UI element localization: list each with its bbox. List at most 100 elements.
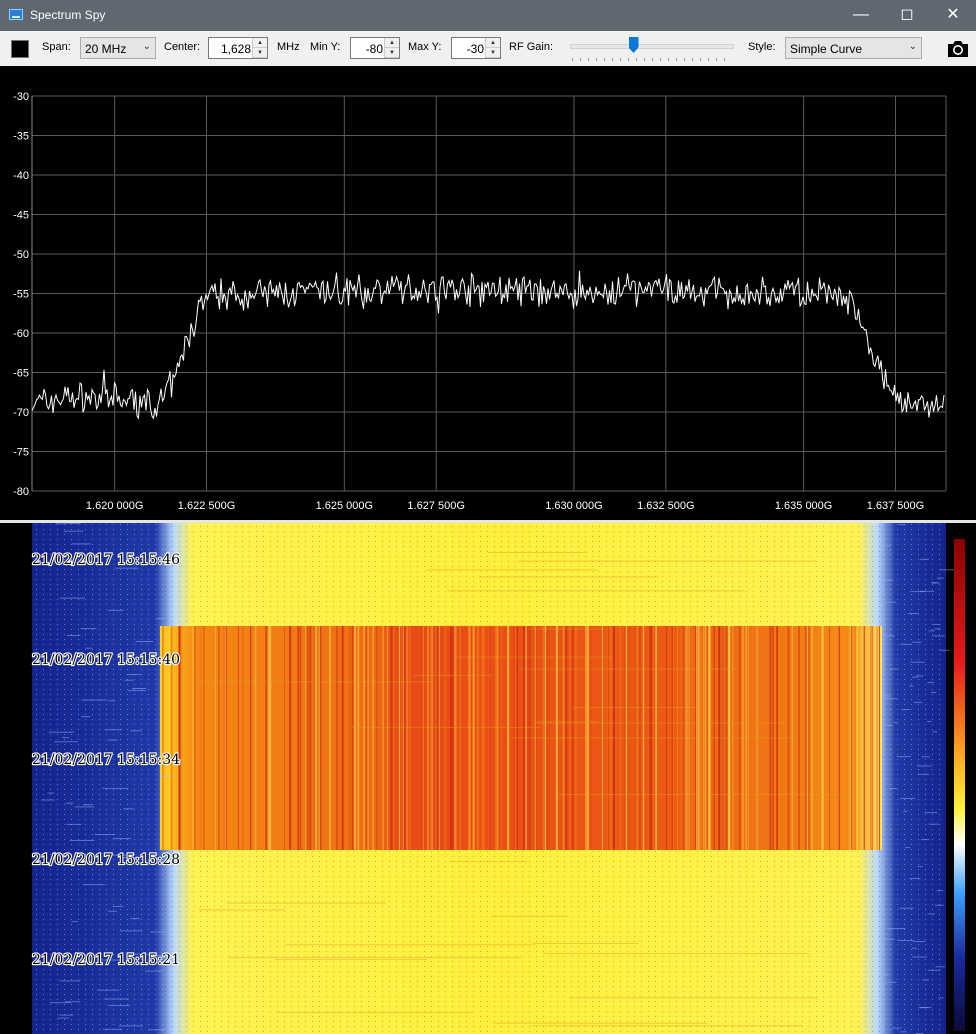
waterfall-streak bbox=[226, 626, 228, 850]
waterfall-line bbox=[493, 1022, 708, 1024]
waterfall-streak bbox=[420, 626, 422, 850]
waterfall-streak bbox=[794, 626, 796, 850]
slider-track bbox=[570, 44, 734, 49]
spin-up-icon[interactable]: ▲ bbox=[253, 38, 267, 48]
rfgain-slider[interactable] bbox=[570, 37, 734, 63]
waterfall-streak bbox=[387, 626, 389, 850]
waterfall-streak bbox=[313, 626, 315, 850]
waterfall-noise-speck bbox=[113, 838, 131, 840]
waterfall-noise-speck bbox=[130, 918, 140, 919]
waterfall-noise-speck bbox=[82, 804, 93, 806]
center-spinner[interactable]: 1,628 ▲ ▼ bbox=[208, 37, 268, 59]
waterfall-noise-speck bbox=[59, 597, 85, 599]
waterfall-streak bbox=[345, 626, 347, 850]
spin-down-icon[interactable]: ▼ bbox=[385, 48, 399, 58]
waterfall-noise-speck bbox=[123, 808, 134, 810]
maxy-spinner[interactable]: -30 ▲ ▼ bbox=[451, 37, 501, 59]
spin-down-icon[interactable]: ▼ bbox=[253, 48, 267, 58]
style-label: Style: bbox=[748, 41, 776, 53]
waterfall-timestamp: 21/02/2017 15:15:46 bbox=[32, 552, 180, 568]
waterfall-streak bbox=[321, 626, 322, 850]
waterfall-streak bbox=[811, 626, 814, 850]
waterfall-noise-speck bbox=[924, 812, 938, 814]
waterfall-streak bbox=[307, 626, 309, 850]
waterfall-noise-speck bbox=[933, 623, 941, 625]
waterfall-noise-speck bbox=[881, 695, 891, 697]
waterfall-streak bbox=[351, 626, 354, 850]
waterfall-streak bbox=[337, 626, 338, 850]
waterfall-streak bbox=[835, 626, 837, 850]
waterfall-noise-speck bbox=[47, 792, 54, 794]
chevron-down-icon: ⌄ bbox=[142, 41, 151, 52]
waterfall-streak bbox=[487, 626, 489, 850]
waterfall-noise-speck bbox=[912, 641, 922, 643]
waterfall-noise-speck bbox=[107, 910, 117, 912]
waterfall-noise-speck bbox=[49, 1002, 72, 1004]
waterfall-line bbox=[425, 569, 599, 571]
waterfall-noise-speck bbox=[908, 685, 914, 687]
waterfall-streak bbox=[215, 626, 216, 850]
spectrum-plot[interactable]: -30 -35 -40 -45 -50 -55 -60 -65 -70 -75 -80 1.620 … bbox=[0, 66, 976, 520]
waterfall-streak bbox=[294, 626, 297, 850]
waterfall-streak bbox=[297, 626, 299, 850]
waterfall-streak bbox=[444, 626, 447, 850]
waterfall-noise-speck bbox=[103, 1028, 123, 1030]
waterfall-streak bbox=[436, 626, 438, 850]
waterfall-streak bbox=[838, 626, 840, 850]
maxy-label: Max Y: bbox=[408, 41, 442, 53]
waterfall-streak bbox=[409, 626, 411, 850]
waterfall-noise-speck bbox=[67, 741, 79, 743]
waterfall-noise-speck bbox=[150, 931, 168, 933]
waterfall-streak bbox=[468, 626, 471, 850]
waterfall-noise-speck bbox=[898, 524, 906, 526]
spin-up-icon[interactable]: ▲ bbox=[486, 38, 500, 48]
waterfall-noise-speck bbox=[936, 890, 943, 892]
waterfall-streak bbox=[807, 626, 810, 850]
waterfall-noise-speck bbox=[48, 731, 74, 733]
camera-icon[interactable] bbox=[946, 39, 970, 59]
waterfall-streak bbox=[439, 626, 440, 850]
spin-up-icon[interactable]: ▲ bbox=[385, 38, 399, 48]
close-button[interactable]: ✕ bbox=[930, 0, 976, 31]
waterfall-line bbox=[487, 552, 588, 553]
waterfall-streak bbox=[451, 626, 453, 850]
waterfall-noise-speck bbox=[108, 1005, 131, 1007]
waterfall-streak bbox=[336, 626, 338, 850]
waterfall-noise-speck bbox=[65, 1001, 81, 1003]
waterfall-noise-speck bbox=[900, 797, 916, 799]
waterfall-noise-speck bbox=[69, 840, 95, 841]
waterfall-noise-speck bbox=[921, 756, 930, 758]
waterfall-streak bbox=[274, 626, 276, 850]
waterfall-noise-speck bbox=[934, 628, 941, 630]
waterfall-streak bbox=[398, 626, 400, 850]
waterfall-streak bbox=[284, 626, 285, 850]
waterfall-noise-speck bbox=[118, 1025, 143, 1027]
waterfall-line bbox=[443, 625, 527, 627]
waterfall-streak bbox=[316, 626, 318, 850]
y-tick-label: -35 bbox=[13, 131, 29, 143]
waterfall-noise-speck bbox=[81, 699, 107, 701]
waterfall-noise-speck bbox=[103, 998, 129, 1000]
waterfall-line bbox=[511, 737, 793, 739]
waterfall-streak bbox=[872, 626, 874, 850]
y-tick-label: -50 bbox=[13, 249, 29, 261]
title-bar: Spectrum Spy — ◻ ✕ bbox=[0, 0, 976, 31]
waterfall-streak bbox=[329, 626, 331, 850]
slider-thumb[interactable] bbox=[628, 37, 639, 53]
waterfall-display[interactable]: 21/02/2017 15:15:46 21/02/2017 15:15:40 21… bbox=[0, 523, 976, 1034]
x-tick-label: 1.627 500G bbox=[407, 500, 465, 512]
waterfall-noise-speck bbox=[71, 921, 78, 923]
waterfall-streak bbox=[422, 626, 424, 850]
maximize-button[interactable]: ◻ bbox=[884, 0, 930, 31]
waterfall-noise-speck bbox=[159, 775, 173, 777]
trace-color-button[interactable] bbox=[11, 40, 29, 58]
minimize-button[interactable]: — bbox=[838, 0, 884, 31]
style-select[interactable]: Simple Curve ⌄ bbox=[785, 37, 922, 59]
x-tick-label: 1.632 500G bbox=[637, 500, 695, 512]
waterfall-streak bbox=[497, 626, 499, 850]
waterfall-line bbox=[447, 590, 745, 592]
miny-spinner[interactable]: -80 ▲ ▼ bbox=[350, 37, 400, 59]
spin-down-icon[interactable]: ▼ bbox=[486, 48, 500, 58]
waterfall-noise-speck bbox=[913, 941, 926, 942]
span-select[interactable]: 20 MHz ⌄ bbox=[80, 37, 156, 59]
